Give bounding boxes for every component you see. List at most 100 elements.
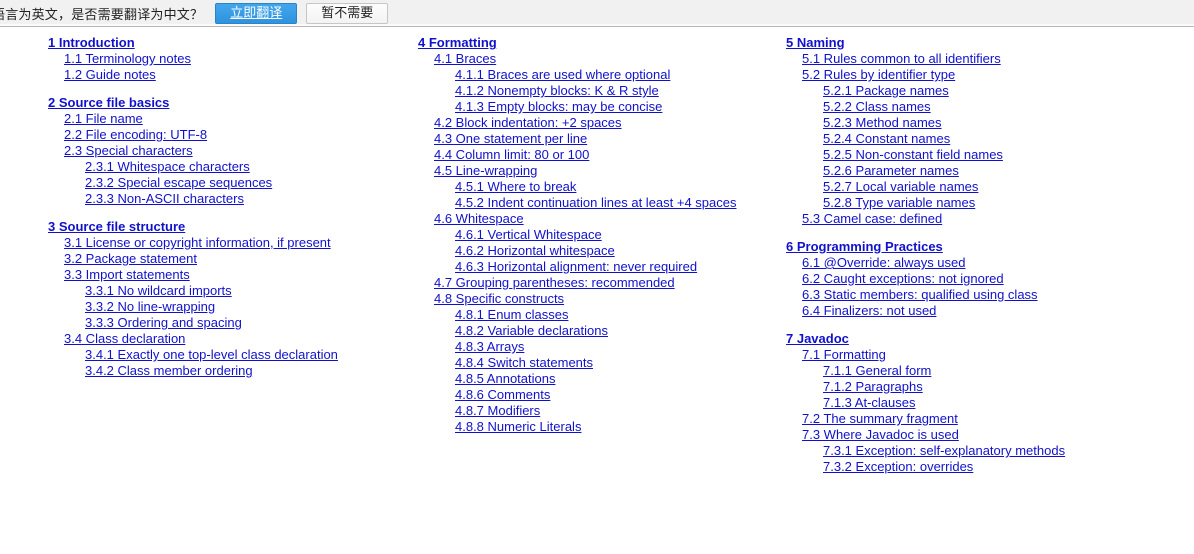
toc-entry: 5.2.2 Class names (823, 99, 1186, 115)
toc-link[interactable]: 7.1.1 General form (823, 363, 931, 378)
toc-link[interactable]: 4.3 One statement per line (434, 131, 587, 146)
toc-entry: 1.2 Guide notes (64, 67, 403, 83)
toc-link[interactable]: 3.3.1 No wildcard imports (85, 283, 232, 298)
toc-link[interactable]: 5.2.7 Local variable names (823, 179, 978, 194)
toc-link[interactable]: 4.8.2 Variable declarations (455, 323, 608, 338)
toc-link[interactable]: 7.1 Formatting (802, 347, 886, 362)
toc-entry: 6.2 Caught exceptions: not ignored (802, 271, 1186, 287)
toc-link[interactable]: 4.1.3 Empty blocks: may be concise (455, 99, 662, 114)
toc-link[interactable]: 4.5.1 Where to break (455, 179, 576, 194)
toc-link[interactable]: 4.4 Column limit: 80 or 100 (434, 147, 589, 162)
toc-link[interactable]: 3.1 License or copyright information, if… (64, 235, 331, 250)
toc-entry: 3 Source file structure (48, 219, 403, 235)
toc-link[interactable]: 7.1.2 Paragraphs (823, 379, 923, 394)
toc-link[interactable]: 5.2.5 Non-constant field names (823, 147, 1003, 162)
toc-link[interactable]: 5.2 Rules by identifier type (802, 67, 955, 82)
toc-entry: 4.6.2 Horizontal whitespace (455, 243, 768, 259)
toc-entry: 5.2 Rules by identifier type (802, 67, 1186, 83)
toc-link[interactable]: 4.8.5 Annotations (455, 371, 555, 386)
toc-link[interactable]: 3.3.3 Ordering and spacing (85, 315, 242, 330)
toc-link[interactable]: 3.4 Class declaration (64, 331, 185, 346)
dismiss-translation-button[interactable]: 暂不需要 (306, 2, 389, 24)
toc-link[interactable]: 4.6 Whitespace (434, 211, 524, 226)
toc-entry: 3.4 Class declaration (64, 331, 403, 347)
toc-entry: 5.2.1 Package names (823, 83, 1186, 99)
toc-link[interactable]: 2.3.2 Special escape sequences (85, 175, 272, 190)
toc-link[interactable]: 5.2.2 Class names (823, 99, 931, 114)
toc-link[interactable]: 2.3.1 Whitespace characters (85, 159, 250, 174)
toc-link[interactable]: 5.2.3 Method names (823, 115, 942, 130)
toc-link[interactable]: 4.8.3 Arrays (455, 339, 524, 354)
toc-link[interactable]: 2.3 Special characters (64, 143, 193, 158)
toc-link[interactable]: 4.1.2 Nonempty blocks: K & R style (455, 83, 659, 98)
toc-entry: 6 Programming Practices (786, 239, 1186, 255)
toc-entry: 4.6.1 Vertical Whitespace (455, 227, 768, 243)
toc-link[interactable]: 4 Formatting (418, 35, 497, 50)
toc-link[interactable]: 4.5.2 Indent continuation lines at least… (455, 195, 737, 210)
toc-link[interactable]: 6.1 @Override: always used (802, 255, 966, 270)
toc-link[interactable]: 5.3 Camel case: defined (802, 211, 942, 226)
toc-link[interactable]: 7.1.3 At-clauses (823, 395, 916, 410)
toc-link[interactable]: 3.3 Import statements (64, 267, 190, 282)
toc-link[interactable]: 5 Naming (786, 35, 845, 50)
toc-link[interactable]: 6.4 Finalizers: not used (802, 303, 936, 318)
toc-link[interactable]: 2 Source file basics (48, 95, 169, 110)
toc-link[interactable]: 2.2 File encoding: UTF-8 (64, 127, 207, 142)
toc-link[interactable]: 7.3 Where Javadoc is used (802, 427, 959, 442)
translate-now-button[interactable]: 立即翻译 (215, 2, 298, 24)
toc-link[interactable]: 4.8.1 Enum classes (455, 307, 568, 322)
toc-link[interactable]: 4.8.4 Switch statements (455, 355, 593, 370)
toc-link[interactable]: 4.2 Block indentation: +2 spaces (434, 115, 622, 130)
toc-link[interactable]: 3 Source file structure (48, 219, 185, 234)
toc-entry: 7.3.2 Exception: overrides (823, 459, 1186, 475)
toc-entry: 4.7 Grouping parentheses: recommended (434, 275, 768, 291)
toc-link[interactable]: 3.2 Package statement (64, 251, 197, 266)
toc-link[interactable]: 7.3.2 Exception: overrides (823, 459, 973, 474)
toc-link[interactable]: 4.8 Specific constructs (434, 291, 564, 306)
toc-entry: 3.3 Import statements (64, 267, 403, 283)
toc-link[interactable]: 5.2.6 Parameter names (823, 163, 959, 178)
toc-link[interactable]: 3.3.2 No line-wrapping (85, 299, 215, 314)
toc-entry: 7.1 Formatting (802, 347, 1186, 363)
toc-link[interactable]: 4.6.1 Vertical Whitespace (455, 227, 602, 242)
toc-entry: 7 Javadoc (786, 331, 1186, 347)
toc-link[interactable]: 6 Programming Practices (786, 239, 943, 254)
toc-entry: 2.3.2 Special escape sequences (85, 175, 403, 191)
toc-link[interactable]: 4.8.7 Modifiers (455, 403, 540, 418)
translate-prompt-text: 语言为英文，是否需要翻译为中文？ (0, 7, 204, 23)
toc-entry: 4.8.8 Numeric Literals (455, 419, 768, 435)
toc-link[interactable]: 2.1 File name (64, 111, 143, 126)
toc-entry: 4.3 One statement per line (434, 131, 768, 147)
toc-link[interactable]: 4.1.1 Braces are used where optional (455, 67, 670, 82)
toc-link[interactable]: 5.1 Rules common to all identifiers (802, 51, 1001, 66)
toc-link[interactable]: 6.2 Caught exceptions: not ignored (802, 271, 1004, 286)
toc-link[interactable]: 4.6.3 Horizontal alignment: never requir… (455, 259, 697, 274)
toc-link[interactable]: 4.8.8 Numeric Literals (455, 419, 581, 434)
toc-link[interactable]: 7.3.1 Exception: self-explanatory method… (823, 443, 1065, 458)
toc-link[interactable]: 2.3.3 Non-ASCII characters (85, 191, 244, 206)
toc-entry: 1 Introduction (48, 35, 403, 51)
toc-link[interactable]: 5.2.8 Type variable names (823, 195, 975, 210)
toc-link[interactable]: 1 Introduction (48, 35, 135, 50)
toc-link[interactable]: 1.2 Guide notes (64, 67, 156, 82)
toc-entry: 4.1.3 Empty blocks: may be concise (455, 99, 768, 115)
toc-link[interactable]: 3.4.1 Exactly one top-level class declar… (85, 347, 338, 362)
toc-link[interactable]: 4.5 Line-wrapping (434, 163, 537, 178)
toc-link[interactable]: 5.2.4 Constant names (823, 131, 950, 146)
toc-entry: 2 Source file basics (48, 95, 403, 111)
toc-link[interactable]: 3.4.2 Class member ordering (85, 363, 253, 378)
toc-link[interactable]: 7 Javadoc (786, 331, 849, 346)
toc-link[interactable]: 4.8.6 Comments (455, 387, 550, 402)
toc-link[interactable]: 4.7 Grouping parentheses: recommended (434, 275, 675, 290)
toc-link[interactable]: 4.6.2 Horizontal whitespace (455, 243, 615, 258)
toc-link[interactable]: 7.2 The summary fragment (802, 411, 958, 426)
toc-entry: 2.3.1 Whitespace characters (85, 159, 403, 175)
toc-link[interactable]: 6.3 Static members: qualified using clas… (802, 287, 1038, 302)
toc-entry: 4.1.2 Nonempty blocks: K & R style (455, 83, 768, 99)
toc-entry: 3.2 Package statement (64, 251, 403, 267)
toc-entry: 5.2.4 Constant names (823, 131, 1186, 147)
toc-link[interactable]: 1.1 Terminology notes (64, 51, 191, 66)
table-of-contents: 1 Introduction 1.1 Terminology notes 1.2 G… (0, 27, 1194, 554)
toc-link[interactable]: 4.1 Braces (434, 51, 496, 66)
toc-link[interactable]: 5.2.1 Package names (823, 83, 949, 98)
